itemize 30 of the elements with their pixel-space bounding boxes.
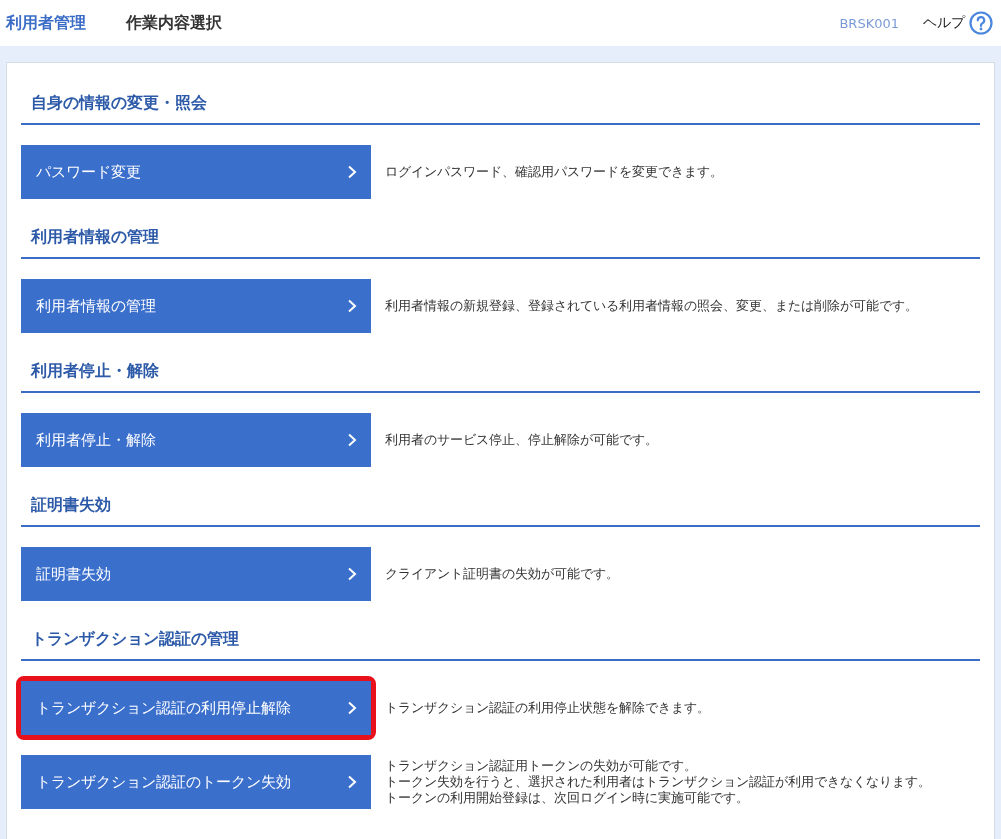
chevron-right-icon: [347, 567, 357, 581]
page-title: 作業内容選択: [126, 12, 223, 34]
section-heading: トランザクション認証の管理: [21, 621, 980, 661]
description-line: トランザクション認証用トークンの失効が可能です。: [385, 758, 698, 774]
chevron-right-icon: [347, 775, 357, 789]
menu-button[interactable]: 利用者情報の管理: [21, 279, 371, 333]
chevron-right-icon: [347, 433, 357, 447]
menu-button[interactable]: 利用者停止・解除: [21, 413, 371, 467]
description-line: トークン失効を行うと、選択された利用者はトランザクション認証が利用できなくなります。: [385, 774, 931, 790]
chevron-right-icon: [347, 165, 357, 179]
description-line: 利用者情報の新規登録、登録されている利用者情報の照会、変更、または削除が可能です。: [385, 298, 918, 314]
section-heading: 自身の情報の変更・照会: [21, 85, 980, 125]
menu-button[interactable]: パスワード変更: [21, 145, 371, 199]
description-line: 利用者のサービス停止、停止解除が可能です。: [385, 432, 658, 448]
section-heading: 利用者情報の管理: [21, 219, 980, 259]
chevron-right-icon: [347, 299, 357, 313]
section-heading: 利用者停止・解除: [21, 353, 980, 393]
description-line: トランザクション認証の利用停止状態を解除できます。: [385, 700, 710, 716]
section-heading: 証明書失効: [21, 487, 980, 527]
menu-button[interactable]: 証明書失効: [21, 547, 371, 601]
description-line: トークンの利用開始登録は、次回ログイン時に実施可能です。: [385, 790, 750, 806]
chevron-right-icon: [347, 701, 357, 715]
description-line: クライアント証明書の失効が可能です。: [385, 566, 619, 582]
help-link[interactable]: ヘルプ: [923, 14, 965, 32]
screen-id: BRSK001: [839, 15, 899, 31]
menu-button[interactable]: トランザクション認証のトークン失効: [21, 755, 371, 809]
menu-button[interactable]: トランザクション認証の利用停止解除: [21, 681, 371, 735]
app-title: 利用者管理: [6, 12, 86, 34]
description-line: ログインパスワード、確認用パスワードを変更できます。: [385, 164, 723, 180]
help-icon[interactable]: [969, 11, 993, 35]
